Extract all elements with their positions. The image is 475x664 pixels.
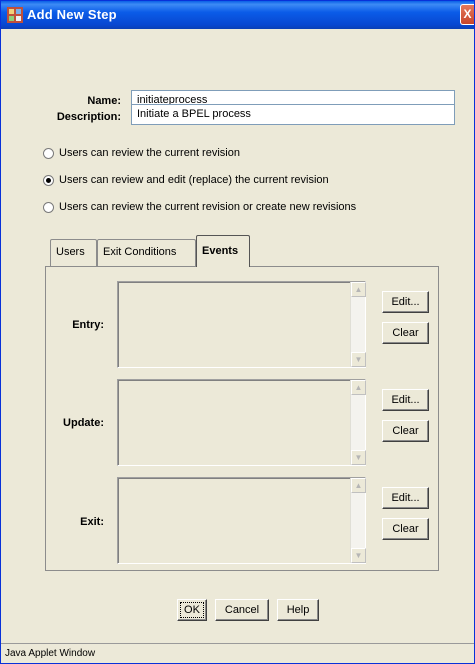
update-edit-button[interactable]: Edit... — [382, 389, 429, 411]
ok-button[interactable]: OK — [177, 599, 207, 621]
tab-users[interactable]: Users — [50, 239, 97, 266]
dialog-window: Add New Step X Name: initiateprocess Des… — [0, 0, 475, 664]
app-icon — [7, 7, 23, 23]
title-bar[interactable]: Add New Step X — [1, 1, 474, 29]
radio-button[interactable] — [43, 201, 54, 213]
description-input[interactable]: Initiate a BPEL process — [131, 104, 455, 125]
scroll-down-icon[interactable]: ▼ — [351, 450, 366, 465]
window-title: Add New Step — [27, 7, 117, 22]
tab-events[interactable]: Events — [196, 235, 250, 267]
radio-button[interactable] — [43, 147, 54, 159]
status-bar: Java Applet Window — [1, 643, 474, 663]
exit-textarea[interactable]: ▲ ▼ — [117, 477, 366, 564]
events-panel: Entry: ▲ ▼ Edit... Clear Update: ▲ ▼ Edi… — [45, 266, 439, 571]
exit-edit-button[interactable]: Edit... — [382, 487, 429, 509]
name-label: Name: — [87, 95, 121, 107]
cancel-button[interactable]: Cancel — [215, 599, 269, 621]
help-button[interactable]: Help — [277, 599, 319, 621]
entry-edit-button[interactable]: Edit... — [382, 291, 429, 313]
update-label: Update: — [63, 417, 104, 429]
tab-exit-conditions[interactable]: Exit Conditions — [97, 239, 196, 266]
description-label: Description: — [56, 111, 121, 123]
exit-label: Exit: — [80, 516, 104, 528]
revision-option-review[interactable]: Users can review the current revision — [43, 145, 240, 161]
scroll-down-icon[interactable]: ▼ — [351, 352, 366, 367]
close-button[interactable]: X — [460, 4, 474, 25]
update-scrollbar[interactable]: ▲ ▼ — [350, 380, 366, 465]
radio-label: Users can review the current revision or… — [59, 201, 357, 213]
radio-label: Users can review and edit (replace) the … — [59, 174, 329, 186]
revision-option-review-edit[interactable]: Users can review and edit (replace) the … — [43, 172, 329, 188]
close-icon: X — [463, 7, 472, 21]
entry-clear-button[interactable]: Clear — [382, 322, 429, 344]
scroll-down-icon[interactable]: ▼ — [351, 548, 366, 563]
scroll-up-icon[interactable]: ▲ — [351, 478, 366, 493]
radio-button-selected[interactable] — [43, 174, 54, 186]
revision-option-create[interactable]: Users can review the current revision or… — [43, 199, 356, 215]
scroll-up-icon[interactable]: ▲ — [351, 380, 366, 395]
radio-label: Users can review the current revision — [59, 147, 240, 159]
update-clear-button[interactable]: Clear — [382, 420, 429, 442]
update-textarea[interactable]: ▲ ▼ — [117, 379, 366, 466]
status-text: Java Applet Window — [5, 648, 96, 659]
scroll-up-icon[interactable]: ▲ — [351, 282, 366, 297]
exit-clear-button[interactable]: Clear — [382, 518, 429, 540]
exit-scrollbar[interactable]: ▲ ▼ — [350, 478, 366, 563]
entry-textarea[interactable]: ▲ ▼ — [117, 281, 366, 368]
entry-scrollbar[interactable]: ▲ ▼ — [350, 282, 366, 367]
entry-label: Entry: — [72, 319, 104, 331]
